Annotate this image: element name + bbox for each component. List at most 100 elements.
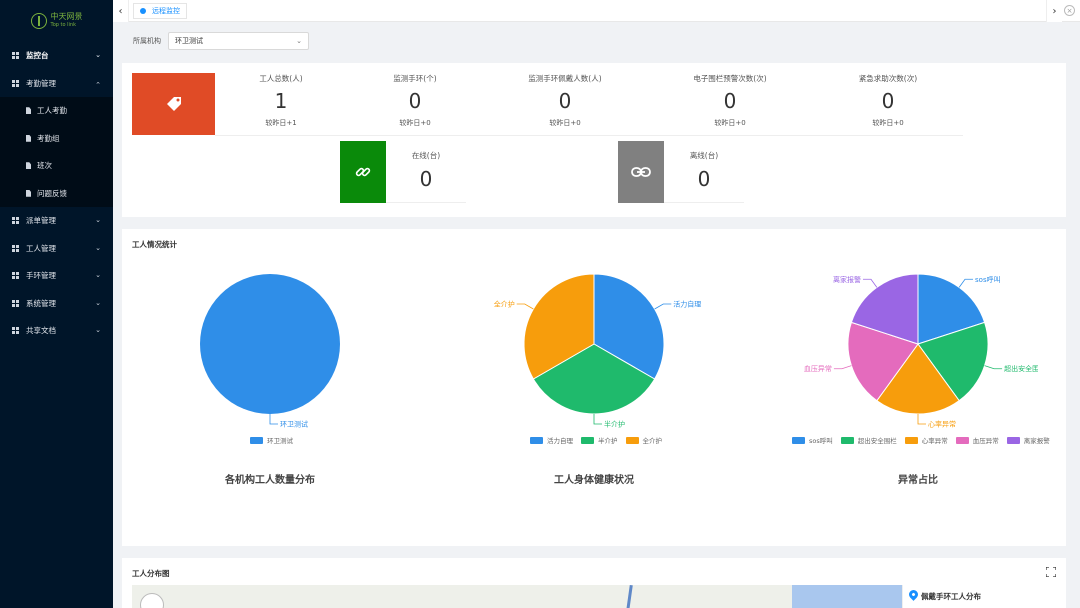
stat-label: 监测手环佩戴人数(人) bbox=[528, 74, 602, 83]
legend-item[interactable]: 超出安全围栏 bbox=[840, 435, 897, 445]
pie-slice[interactable] bbox=[200, 274, 340, 414]
stat-bracelet-wearers: 监测手环佩戴人数(人) 0 较昨日+0 bbox=[502, 73, 628, 128]
pie-label: 离家报警 bbox=[833, 275, 861, 284]
legend-item[interactable]: 心率异常 bbox=[904, 435, 948, 445]
stat-change: 较昨日+0 bbox=[714, 119, 746, 127]
legend-item[interactable]: 离家报警 bbox=[1006, 435, 1050, 445]
legend-item[interactable]: 全介护 bbox=[625, 435, 662, 445]
chevron-down-icon: ⌄ bbox=[95, 326, 101, 334]
pie-label-line bbox=[862, 278, 878, 288]
sidebar-item-shared-docs[interactable]: 共享文档 ⌄ bbox=[0, 317, 113, 345]
legend-swatch bbox=[955, 436, 969, 444]
section-title: 工人情况统计 bbox=[132, 240, 177, 249]
sidebar-item-workers[interactable]: 工人管理 ⌄ bbox=[0, 235, 113, 263]
grid-icon bbox=[12, 217, 19, 225]
stat-emergency-calls: 紧急求助次数(次) 0 较昨日+0 bbox=[828, 73, 948, 128]
pie-label: 半介护 bbox=[604, 420, 625, 429]
sidebar-subitem-attendance-group[interactable]: 考勤组 bbox=[0, 124, 113, 152]
map-canvas[interactable] bbox=[132, 585, 902, 608]
legend-item[interactable]: 半介护 bbox=[581, 435, 618, 445]
tab-remote-monitor[interactable]: 远程监控 bbox=[133, 3, 187, 19]
stats-card: 工人总数(人) 1 较昨日+1 监测手环(个) 0 较昨日+0 监测手环佩戴人数… bbox=[122, 63, 1066, 217]
sidebar-item-monitor[interactable]: 监控台 ⌄ bbox=[0, 42, 113, 70]
sidebar-item-attendance[interactable]: 考勤管理 ⌃ bbox=[0, 70, 113, 98]
device-online-label: 在线(台) bbox=[411, 151, 441, 160]
stat-value: 1 bbox=[274, 89, 288, 113]
legend-swatch bbox=[904, 436, 918, 444]
legend-org-distribution: 环卫测试 bbox=[250, 435, 293, 445]
stat-label: 电子围栏预警次数(次) bbox=[693, 74, 767, 83]
chevron-down-icon: ⌄ bbox=[296, 37, 302, 45]
legend-swatch bbox=[581, 436, 594, 444]
map-water bbox=[792, 585, 902, 608]
pie-label-line bbox=[984, 365, 1003, 370]
legend-item[interactable]: 血压异常 bbox=[955, 435, 999, 445]
legend-label: 血压异常 bbox=[972, 437, 999, 445]
logo[interactable]: 中天网景 Top to link bbox=[0, 0, 113, 42]
stat-change: 较昨日+1 bbox=[265, 119, 297, 127]
sidebar-item-label: 监控台 bbox=[26, 51, 49, 61]
document-icon bbox=[26, 189, 31, 197]
sidebar-subitem-label: 工人考勤 bbox=[37, 106, 67, 116]
legend-item[interactable]: sos呼叫 bbox=[792, 435, 833, 445]
sidebar-subitem-worker-attendance[interactable]: 工人考勤 bbox=[0, 97, 113, 125]
map-road bbox=[624, 585, 633, 608]
pie-label: 心率异常 bbox=[928, 420, 956, 429]
close-all-tabs-icon[interactable]: × bbox=[1064, 5, 1075, 16]
grid-icon bbox=[12, 52, 19, 60]
pie-label: 活力自理 bbox=[673, 300, 701, 309]
sidebar-subitem-label: 问题反馈 bbox=[37, 188, 67, 198]
logo-name-en: Top to link bbox=[50, 22, 76, 28]
stat-total-workers: 工人总数(人) 1 较昨日+1 bbox=[240, 73, 322, 128]
worker-map-card: 工人分布图 佩戴手环工人分布 bbox=[122, 558, 1066, 608]
legend-swatch bbox=[840, 436, 854, 444]
chart-title: 各机构工人数量分布 bbox=[225, 475, 315, 486]
device-online-value: 0 bbox=[419, 167, 433, 191]
device-offline: 离线(台) 0 bbox=[664, 141, 744, 203]
stat-label: 工人总数(人) bbox=[259, 74, 303, 83]
chevron-down-icon: ⌄ bbox=[95, 51, 101, 59]
map-pan-control[interactable] bbox=[140, 593, 164, 608]
sidebar-item-label: 考勤管理 bbox=[26, 78, 56, 88]
sidebar-item-dispatch[interactable]: 派单管理 ⌄ bbox=[0, 207, 113, 235]
device-online: 在线(台) 0 bbox=[386, 141, 466, 203]
org-select[interactable]: 环卫测试 ⌄ bbox=[168, 32, 309, 50]
tab-bar: ‹ 远程监控 › × bbox=[113, 0, 1080, 22]
legend-label: 环卫测试 bbox=[267, 437, 293, 445]
legend-swatch bbox=[792, 436, 805, 444]
pie-chart-health-status: 活力自理半介护 全介护 bbox=[494, 273, 701, 429]
legend-swatch bbox=[1006, 436, 1020, 444]
grid-icon bbox=[12, 299, 19, 307]
org-filter: 所属机构 环卫测试 ⌄ bbox=[133, 32, 309, 50]
legend-item[interactable]: 环卫测试 bbox=[250, 435, 293, 445]
sidebar-item-bracelets[interactable]: 手环管理 ⌄ bbox=[0, 262, 113, 290]
section-title: 工人分布图 bbox=[132, 569, 170, 578]
legend-swatch bbox=[250, 436, 263, 444]
sidebar-item-system[interactable]: 系统管理 ⌄ bbox=[0, 290, 113, 318]
sidebar-item-label: 手环管理 bbox=[26, 271, 56, 281]
sidebar-subitem-shift[interactable]: 班次 bbox=[0, 152, 113, 180]
device-offline-value: 0 bbox=[697, 167, 711, 191]
document-icon bbox=[26, 162, 31, 170]
chart-title: 工人身体健康状况 bbox=[554, 475, 634, 486]
sidebar-item-label: 系统管理 bbox=[26, 298, 56, 308]
stat-value: 0 bbox=[881, 89, 895, 113]
sidebar-item-label: 共享文档 bbox=[26, 326, 56, 336]
map-panel-title: 佩戴手环工人分布 bbox=[921, 592, 981, 601]
tab-scroll-left-button[interactable]: ‹ bbox=[113, 0, 129, 22]
legend-swatch bbox=[625, 436, 639, 444]
tag-icon-box bbox=[132, 73, 215, 135]
legend-item[interactable]: 活力自理 bbox=[530, 435, 573, 445]
sidebar-subitem-feedback[interactable]: 问题反馈 bbox=[0, 179, 113, 207]
fullscreen-icon[interactable] bbox=[1046, 567, 1056, 577]
legend-anomaly-ratio: sos呼叫 超出安全围栏 心率异常 血压异常 离家报警 bbox=[792, 435, 1050, 445]
pie-label: 环卫测试 bbox=[280, 420, 308, 429]
stat-change: 较昨日+0 bbox=[549, 119, 581, 127]
document-icon bbox=[26, 134, 31, 142]
chevron-up-icon: ⌃ bbox=[95, 80, 101, 89]
stat-change: 较昨日+0 bbox=[872, 119, 904, 127]
pie-label-line bbox=[958, 278, 974, 288]
tab-scroll-right-button[interactable]: › bbox=[1046, 0, 1062, 22]
pie-label: 全介护 bbox=[494, 300, 515, 309]
legend-label: 超出安全围栏 bbox=[857, 437, 897, 445]
